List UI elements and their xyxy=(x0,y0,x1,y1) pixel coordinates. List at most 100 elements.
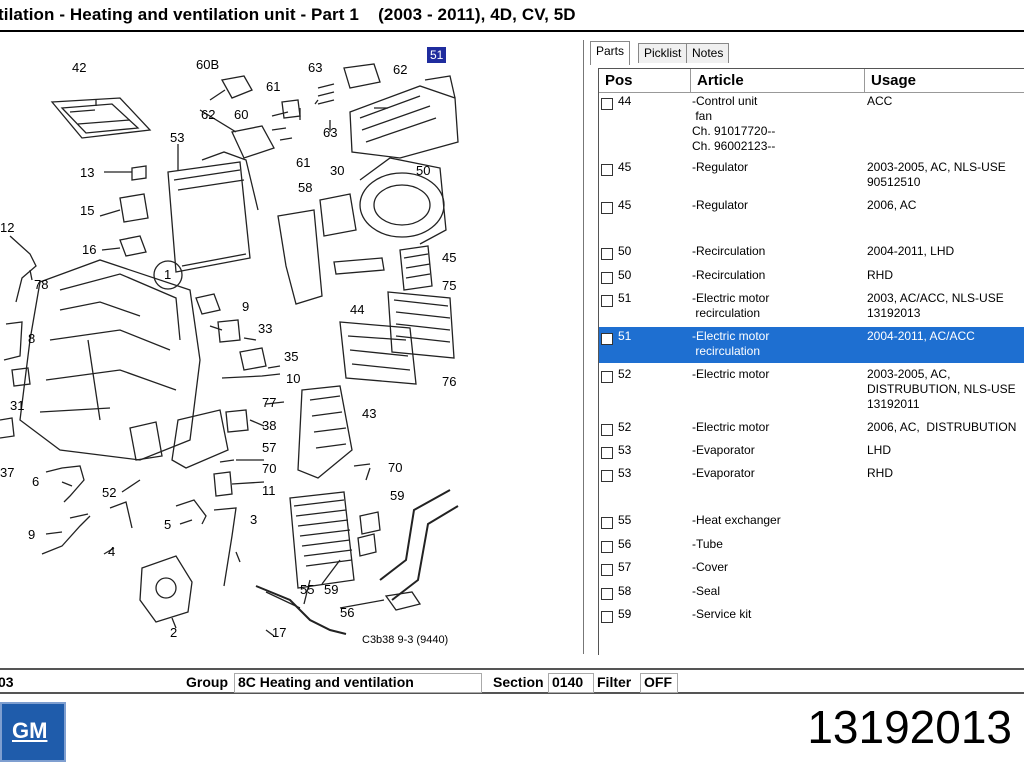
table-row[interactable]: 45 -Regulator 2003-2005, AC, NLS-USE 90512… xyxy=(599,158,1024,194)
row-checkbox[interactable] xyxy=(601,541,613,553)
callout-31[interactable]: 31 xyxy=(10,398,24,413)
row-pos: 52 xyxy=(618,367,632,381)
callout-57[interactable]: 57 xyxy=(262,440,276,455)
table-row[interactable]: 44 -Control unit fan Ch. 91017720-- Ch. 9… xyxy=(599,92,1024,154)
callout-43[interactable]: 43 xyxy=(362,406,376,421)
callout-62[interactable]: 62 xyxy=(393,62,407,77)
callout-70[interactable]: 70 xyxy=(262,461,276,476)
callout-35[interactable]: 35 xyxy=(284,349,298,364)
table-row[interactable]: 56 -Tube xyxy=(599,535,1024,557)
tab-notes[interactable]: Notes xyxy=(686,43,730,63)
callout-42[interactable]: 42 xyxy=(72,60,86,75)
column-header-article[interactable]: Article xyxy=(691,69,865,93)
callout-59b[interactable]: 59 xyxy=(324,582,338,597)
table-row[interactable]: 51 -Electric motor recirculation 2004-2011… xyxy=(599,327,1024,363)
callout-52[interactable]: 52 xyxy=(102,485,116,500)
callout-53[interactable]: 53 xyxy=(170,130,184,145)
parts-diagram[interactable]: 42 60B 63 62 61 62 60 63 53 13 61 30 50 … xyxy=(0,40,583,654)
row-checkbox[interactable] xyxy=(601,272,613,284)
row-pos: 53 xyxy=(618,466,632,480)
callout-37[interactable]: 37 xyxy=(0,465,14,480)
callout-38[interactable]: 38 xyxy=(262,418,276,433)
callout-33[interactable]: 33 xyxy=(258,321,272,336)
row-pos: 45 xyxy=(618,198,632,212)
row-checkbox[interactable] xyxy=(601,371,613,383)
tab-picklist[interactable]: Picklist xyxy=(638,43,688,63)
table-row[interactable]: 52 -Electric motor 2003-2005, AC, DISTRUBU… xyxy=(599,365,1024,415)
column-header-usage[interactable]: Usage xyxy=(865,69,1024,93)
table-row[interactable]: 45 -Regulator 2006, AC xyxy=(599,196,1024,240)
callout-45[interactable]: 45 xyxy=(442,250,456,265)
column-header-pos[interactable]: Pos xyxy=(599,69,691,93)
callout-4[interactable]: 4 xyxy=(108,544,115,559)
row-usage: 2004-2011, LHD xyxy=(867,244,955,258)
gm-logo-text: GM xyxy=(12,718,48,743)
callout-16[interactable]: 16 xyxy=(82,242,96,257)
table-row[interactable]: 50 -Recirculation RHD xyxy=(599,266,1024,288)
table-row[interactable]: 57 -Cover xyxy=(599,558,1024,580)
callout-9[interactable]: 9 xyxy=(242,299,249,314)
window-title: tilation - Heating and ventilation unit … xyxy=(0,5,576,24)
row-checkbox[interactable] xyxy=(601,564,613,576)
row-checkbox[interactable] xyxy=(601,333,613,345)
table-row[interactable]: 53 -Evaporator LHD xyxy=(599,441,1024,463)
callout-62b[interactable]: 62 xyxy=(201,107,215,122)
tab-parts[interactable]: Parts xyxy=(590,41,631,65)
group-field[interactable]: 8C Heating and ventilation xyxy=(234,673,482,693)
row-article: -Service kit xyxy=(692,607,752,621)
callout-15[interactable]: 15 xyxy=(80,203,94,218)
callout-63b[interactable]: 63 xyxy=(323,125,337,140)
row-checkbox[interactable] xyxy=(601,202,613,214)
callout-61b[interactable]: 61 xyxy=(296,155,310,170)
table-row[interactable]: 51 -Electric motor recirculation 2003, AC/… xyxy=(599,289,1024,325)
filter-field[interactable]: OFF xyxy=(640,673,678,693)
table-row[interactable]: 58 -Seal xyxy=(599,582,1024,604)
callout-3[interactable]: 3 xyxy=(250,512,257,527)
callout-11[interactable]: 11 xyxy=(262,483,276,498)
callout-30[interactable]: 30 xyxy=(330,163,344,178)
callout-70b[interactable]: 70 xyxy=(388,460,402,475)
row-checkbox[interactable] xyxy=(601,98,613,110)
callout-9b[interactable]: 9 xyxy=(28,527,35,542)
callout-17[interactable]: 17 xyxy=(272,625,286,640)
row-checkbox[interactable] xyxy=(601,588,613,600)
callout-77[interactable]: 77 xyxy=(262,395,276,410)
callout-78[interactable]: 78 xyxy=(34,277,48,292)
table-row[interactable]: 52 -Electric motor 2006, AC, DISTRUBUTION xyxy=(599,418,1024,440)
row-checkbox[interactable] xyxy=(601,248,613,260)
table-row[interactable]: 50 -Recirculation 2004-2011, LHD xyxy=(599,242,1024,264)
row-checkbox[interactable] xyxy=(601,470,613,482)
group-label: Group xyxy=(186,674,228,690)
callout-61[interactable]: 61 xyxy=(266,79,280,94)
callout-13[interactable]: 13 xyxy=(80,165,94,180)
callout-76[interactable]: 76 xyxy=(442,374,456,389)
callout-60b[interactable]: 60B xyxy=(196,57,219,72)
row-checkbox[interactable] xyxy=(601,164,613,176)
callout-50[interactable]: 50 xyxy=(416,163,430,178)
callout-56[interactable]: 56 xyxy=(340,605,354,620)
row-checkbox[interactable] xyxy=(601,424,613,436)
callout-55[interactable]: 55 xyxy=(300,582,314,597)
callout-6[interactable]: 6 xyxy=(32,474,39,489)
table-row[interactable]: 55 -Heat exchanger xyxy=(599,511,1024,533)
callout-10[interactable]: 10 xyxy=(286,371,300,386)
section-field[interactable]: 0140 xyxy=(548,673,594,693)
row-checkbox[interactable] xyxy=(601,295,613,307)
table-row[interactable]: 53 -Evaporator RHD xyxy=(599,464,1024,508)
row-checkbox[interactable] xyxy=(601,611,613,623)
callout-51-highlight[interactable]: 51 xyxy=(427,47,447,63)
row-checkbox[interactable] xyxy=(601,517,613,529)
row-checkbox[interactable] xyxy=(601,447,613,459)
callout-5[interactable]: 5 xyxy=(164,517,171,532)
callout-1[interactable]: 1 xyxy=(164,267,171,282)
callout-59[interactable]: 59 xyxy=(390,488,404,503)
callout-8[interactable]: 8 xyxy=(28,331,35,346)
callout-63[interactable]: 63 xyxy=(308,60,322,75)
callout-60[interactable]: 60 xyxy=(234,107,248,122)
callout-44[interactable]: 44 xyxy=(350,302,364,317)
table-row[interactable]: 59 -Service kit xyxy=(599,605,1024,629)
callout-2[interactable]: 2 xyxy=(170,625,177,640)
callout-75[interactable]: 75 xyxy=(442,278,456,293)
callout-12[interactable]: 12 xyxy=(0,220,14,235)
callout-58[interactable]: 58 xyxy=(298,180,312,195)
